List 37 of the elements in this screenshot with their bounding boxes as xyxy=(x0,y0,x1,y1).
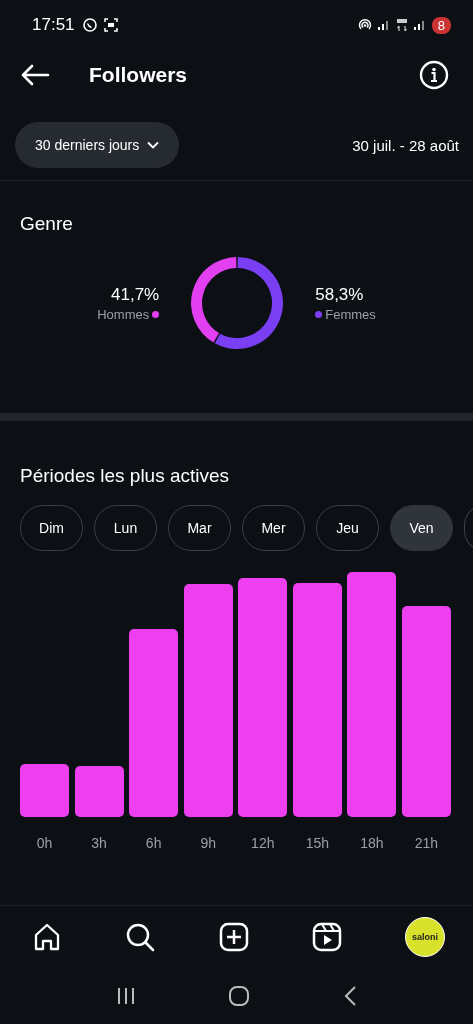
video-play-icon[interactable] xyxy=(311,922,342,952)
date-range-dropdown[interactable]: 30 derniers jours xyxy=(15,122,180,168)
section-title: Genre xyxy=(20,213,74,235)
hour-label: 6h xyxy=(145,835,162,851)
hour-label: 0h xyxy=(36,835,53,851)
page-title: Followers xyxy=(89,63,188,87)
percentage: 58,3% xyxy=(315,284,365,305)
recent-apps-icon[interactable] xyxy=(116,986,137,1006)
hour-label: 12h xyxy=(251,835,275,851)
home-button-icon[interactable] xyxy=(228,985,251,1007)
add-post-icon[interactable] xyxy=(218,922,249,952)
hour-label: 21h xyxy=(414,835,439,851)
back-arrow-icon[interactable] xyxy=(20,64,50,86)
screenshot-icon xyxy=(102,17,119,33)
profile-avatar[interactable]: saloni xyxy=(405,917,445,957)
hour-label: 18h xyxy=(360,835,384,851)
section-title: Périodes les plus actives xyxy=(20,465,231,487)
hour-label: 9h xyxy=(200,835,216,851)
day-chip[interactable]: Ven xyxy=(390,505,453,551)
activity-bar xyxy=(20,764,70,817)
signal-icon xyxy=(412,19,427,31)
search-icon[interactable] xyxy=(125,922,156,952)
hour-label: 15h xyxy=(305,835,329,851)
legend-label: Femmes xyxy=(325,306,376,322)
legend-label: Hommes xyxy=(97,306,150,322)
clock: 17:51 xyxy=(32,15,75,35)
home-icon[interactable] xyxy=(32,922,62,952)
chevron-down-icon xyxy=(147,141,160,149)
date-range: 30 juil. - 28 août xyxy=(352,136,459,154)
hour-label: 3h xyxy=(91,835,107,851)
signal-icon xyxy=(376,19,391,31)
hotspot-icon xyxy=(357,18,372,32)
info-icon[interactable] xyxy=(419,60,449,90)
back-icon[interactable] xyxy=(342,985,357,1007)
percentage: 41,7% xyxy=(111,284,160,305)
battery-indicator: 8 xyxy=(431,16,451,34)
activity-bar xyxy=(74,766,124,817)
